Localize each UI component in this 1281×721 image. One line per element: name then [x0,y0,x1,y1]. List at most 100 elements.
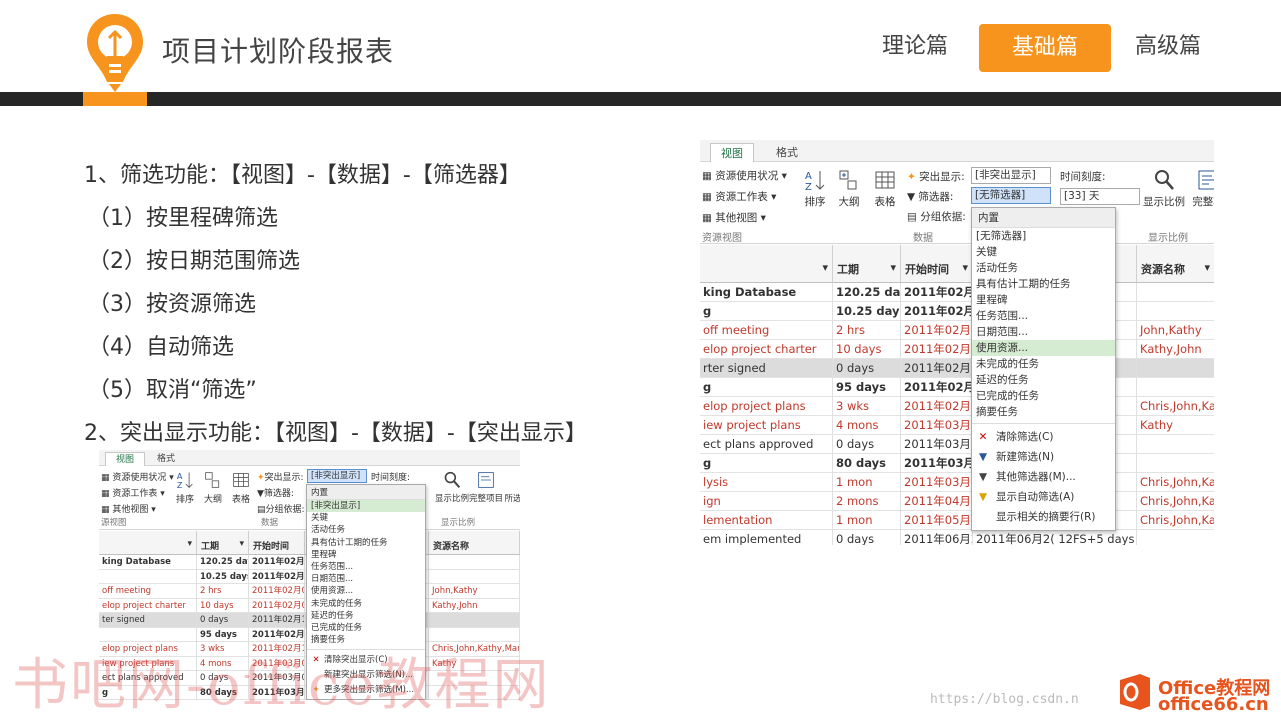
dropdown-item[interactable]: 关键 [972,244,1115,260]
timescale-combo[interactable]: [33] 天 [1060,188,1140,205]
more-filters-item[interactable]: ▼ 其他筛选器(M)... [972,467,1115,487]
table-row[interactable]: iew project plans 4 mons 2011年03月0 Kathy [700,416,1214,435]
cell-dur: 3 wks [833,397,901,416]
complete-project-button[interactable]: 完整项 [1188,168,1214,209]
table-row[interactable]: king Database120.25 day:2011年02月 [700,283,1214,302]
table-row[interactable]: elop project plans 3 wks 2011年02月1 Chris,Jo… [700,397,1214,416]
show-autofilter-item[interactable]: ▼ 显示自动筛选(A) [972,487,1115,507]
dropdown-item[interactable]: 活动任务 [972,260,1115,276]
table-row[interactable]: ign 2 mons 2011年04月0 Chris,John,Kat [700,492,1214,511]
sort-button[interactable]: AZ 排序 [171,470,199,505]
table-row[interactable]: lysis 1 mon 2011年03月0 Chris,John,Kat [700,473,1214,492]
cell-dur: 2 hrs [833,321,901,340]
cell-name [99,569,197,584]
dropdown-item[interactable]: 摘要任务 [972,404,1115,420]
cell-name: em implemented [700,530,833,545]
cell-res [429,613,520,628]
col-start-header[interactable]: 开始时间 ▾ [901,245,973,283]
dropdown-item[interactable]: 日期范围... [972,324,1115,340]
dropdown-item[interactable]: 具有估计工期的任务 [307,537,425,549]
dropdown-item[interactable]: 日期范围... [307,573,425,585]
resource-usage-button[interactable]: ▦ 资源使用状况 ▾ [702,168,787,183]
other-views-button[interactable]: ▦ 其他视图 ▾ [702,210,766,225]
cell-res [1137,302,1214,321]
dropdown-item[interactable]: 使用资源... [307,585,425,597]
dropdown-item[interactable]: 具有估计工期的任务 [972,276,1115,292]
dropdown-item[interactable]: 延迟的任务 [972,372,1115,388]
cell-start: 2011年03月0 [901,473,973,492]
cell-dur: 10 days [197,598,249,613]
table-row[interactable]: off meeting 2 hrs 2011年02月0 John,Kathy [700,321,1214,340]
outline-button[interactable]: 大纲 [832,168,866,209]
cell-name: g [700,302,833,321]
complete-project-icon [1198,170,1214,190]
table-row[interactable]: em implemented0 days2011年06月282011年06月2(… [700,530,1214,545]
col-name-header[interactable]: ▾ [700,245,833,283]
nav-advanced[interactable]: 高级篇 [1135,28,1201,60]
cell-start: 2011年05月2 [901,511,973,530]
dropdown-item[interactable]: [无筛选器] [972,228,1115,244]
cell-dur: 10.25 days [197,569,249,584]
new-filter-item[interactable]: ▼ 新建筛选(N) [972,447,1115,467]
highlight-combo[interactable]: [非突出显示] [971,167,1051,184]
table-row[interactable]: lementation 1 mon 2011年05月2 Chris,John,Kat [700,511,1214,530]
svg-text:A: A [805,171,812,182]
dropdown-item[interactable]: 使用资源... [972,340,1115,356]
outline-button[interactable]: 大纲 [199,470,227,505]
group-data: 数据 [913,233,933,244]
table-row[interactable]: g95 days2011年02月1 [700,378,1214,397]
tables-button[interactable]: 表格 [227,470,255,505]
dropdown-item[interactable]: [非突出显示] [307,500,425,513]
tab-format[interactable]: 格式 [766,143,808,162]
dropdown-item[interactable]: 任务范围... [972,308,1115,324]
nav-theory[interactable]: 理论篇 [882,28,948,60]
dropdown-item[interactable]: 已完成的任务 [307,622,425,634]
col-start-header[interactable]: 开始时间 [249,531,305,555]
cell-name: iew project plans [700,416,833,435]
group-resource-views: 源视图 [101,518,127,528]
sort-button[interactable]: AZ 排序 [798,168,832,209]
dropdown-item[interactable]: 里程碑 [307,549,425,561]
tab-format[interactable]: 格式 [147,452,185,466]
cell-dur: 0 days [197,613,249,628]
dropdown-item[interactable]: 任务范围... [307,561,425,573]
cell-extra: 2011年06月2( 12FS+5 days [973,530,1137,545]
col-resource-header[interactable]: ▾ 资源名称 [1137,245,1214,283]
col-resource-header[interactable]: 资源名称 [429,531,520,555]
col-duration-header[interactable]: 工期 ▾ [197,531,249,555]
dropdown-item[interactable]: 已完成的任务 [972,388,1115,404]
resource-sheet-button[interactable]: ▦ 资源工作表 ▾ [101,486,165,499]
highlight-combo[interactable]: [非突出显示] [307,469,367,483]
filter-list: [无筛选器] 关键 活动任务 具有估计工期的任务 里程碑 任务范围... 日期范围... 使用… [972,228,1115,420]
office-logo-icon [1120,674,1150,710]
zoom-button[interactable]: 显示比例 [435,470,469,504]
filter-combo[interactable]: [无筛选器] [971,187,1051,204]
table-row[interactable]: rter signed 0 days 2011年02月1 [700,359,1214,378]
tab-view[interactable]: 视图 [105,452,146,466]
other-views-button[interactable]: ▦ 其他视图 ▾ [101,502,156,515]
table-row[interactable]: g10.25 days2011年02月0 [700,302,1214,321]
selected-tasks-button[interactable]: 所选 [503,470,520,504]
nav-basic[interactable]: 基础篇 [979,24,1111,72]
cell-start: 2011年02月0 [249,569,305,584]
show-summary-rows-item[interactable]: 显示相关的摘要行(R) [972,507,1115,527]
dropdown-item[interactable]: 未完成的任务 [307,598,425,610]
tables-button[interactable]: 表格 [868,168,902,209]
table-row[interactable]: elop project charter 10 days 2011年02月0 Kath… [700,340,1214,359]
zoom-button[interactable]: 显示比例 [1142,168,1186,209]
dropdown-item[interactable]: 活动任务 [307,524,425,536]
complete-project-button[interactable]: 完整项目 [469,470,503,504]
dropdown-item[interactable]: 里程碑 [972,292,1115,308]
dropdown-item[interactable]: 未完成的任务 [972,356,1115,372]
table-row[interactable]: g80 days2011年03月0 [700,454,1214,473]
dropdown-item[interactable]: 关键 [307,512,425,524]
resource-sheet-button[interactable]: ▦ 资源工作表 ▾ [702,189,776,204]
table-row[interactable]: ect plans approved 0 days 2011年03月0 [700,435,1214,454]
cell-name: g [700,378,833,397]
col-duration-header[interactable]: 工期 ▾ [833,245,901,283]
dropdown-item[interactable]: 延迟的任务 [307,610,425,622]
resource-usage-button[interactable]: ▦ 资源使用状况 ▾ [101,470,174,483]
clear-filter-item[interactable]: ✕ 清除筛选(C) [972,427,1115,447]
col-name-header[interactable]: ▾ [99,531,197,555]
tab-view[interactable]: 视图 [710,143,754,162]
